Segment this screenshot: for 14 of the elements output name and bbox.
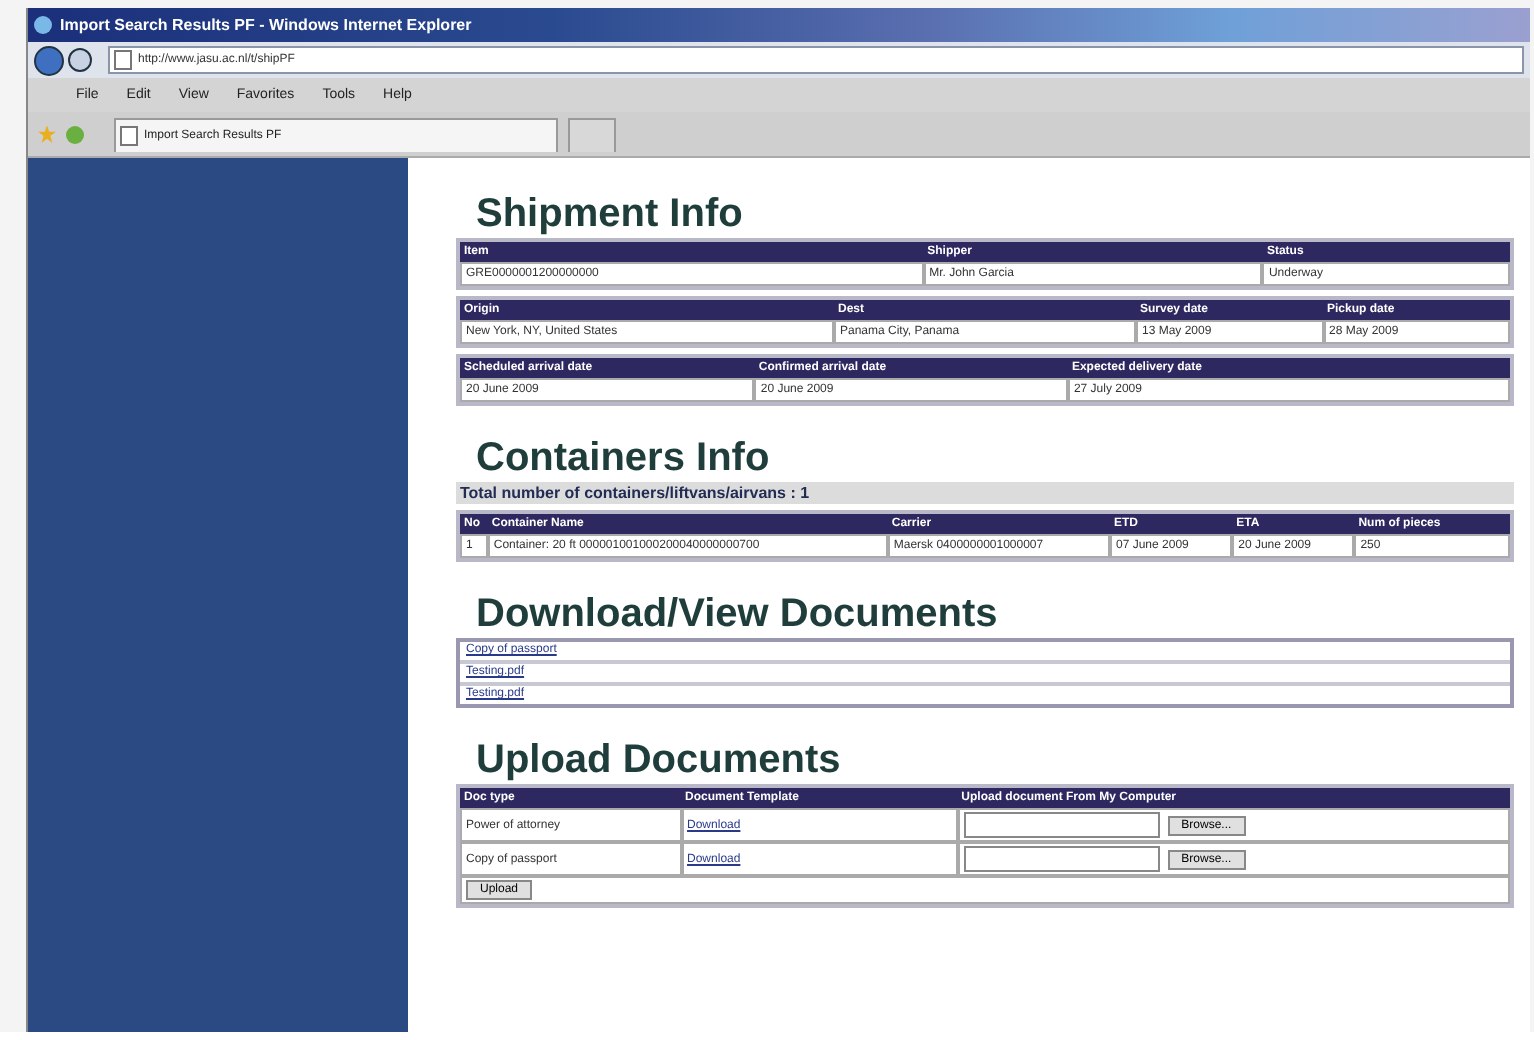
page-icon [120, 125, 138, 145]
section-heading: Upload Documents [476, 740, 843, 782]
browser-icon [34, 16, 52, 34]
section-heading: Containers Info [476, 438, 772, 480]
new-tab-button[interactable] [568, 117, 616, 151]
file-path-field[interactable] [963, 812, 1160, 838]
page-icon [114, 50, 132, 70]
forward-button[interactable] [68, 48, 92, 72]
section-heading: Download/View Documents [476, 594, 1000, 636]
back-button[interactable] [34, 45, 64, 75]
window-title: Import Search Results PF - Windows Internet Explorer [60, 16, 472, 34]
file-path-field[interactable] [963, 846, 1160, 872]
section-heading: Shipment Info [476, 194, 745, 236]
total-count: Total number of containers/liftvans/airvans : 1 [456, 482, 1514, 504]
